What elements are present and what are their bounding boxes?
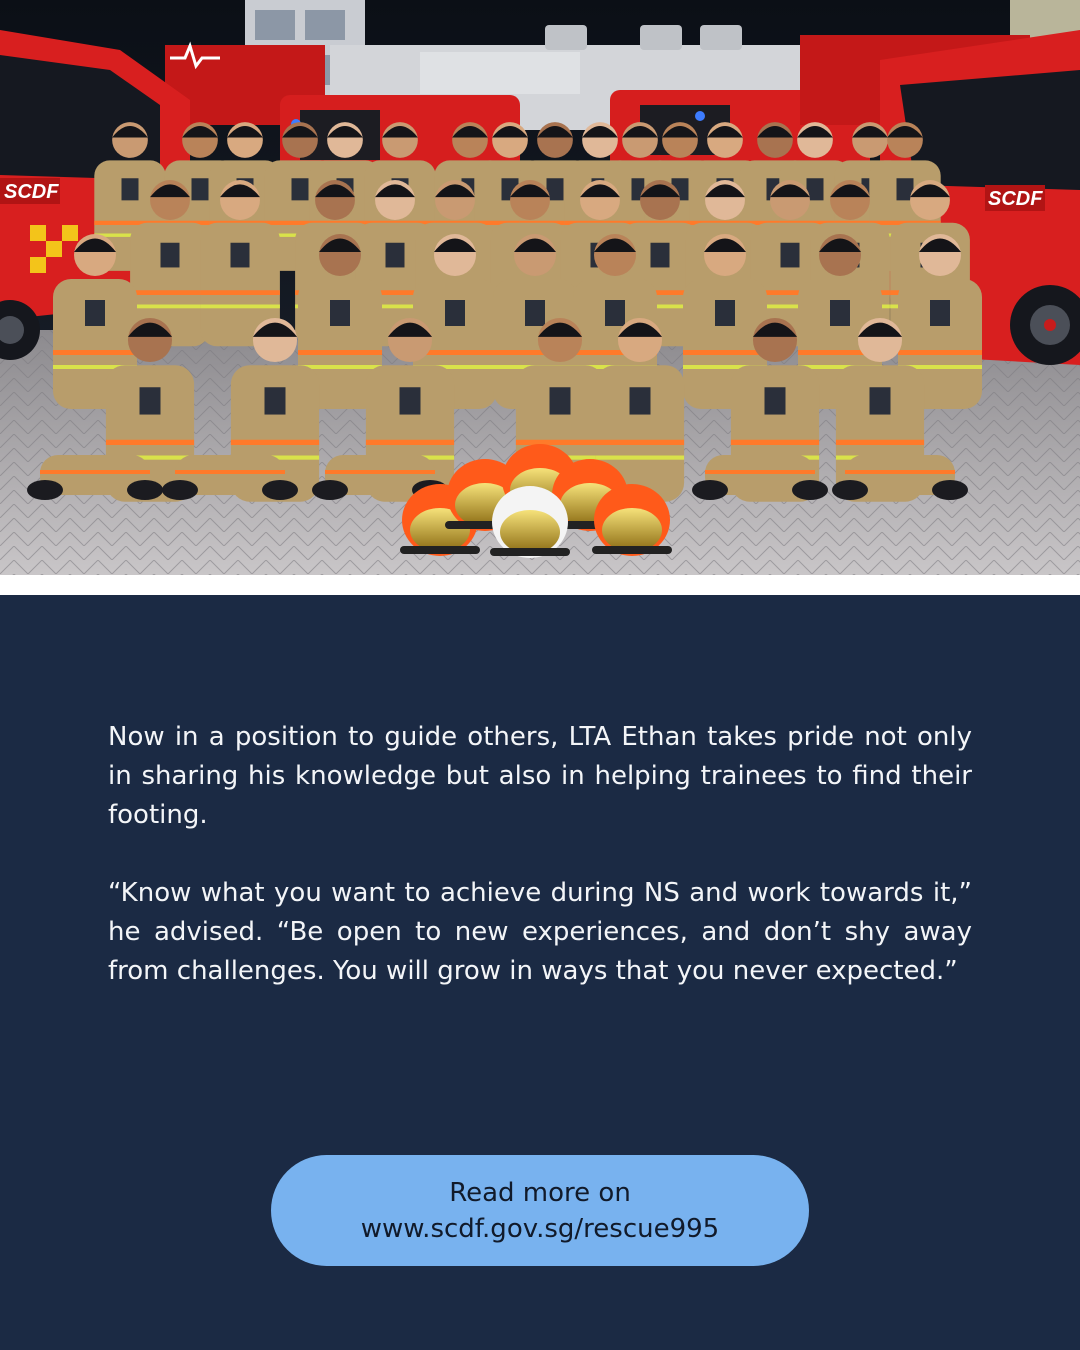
seated-legs (692, 455, 828, 500)
seated-legs (832, 455, 968, 500)
truck-badge-left: SCDF (4, 181, 59, 203)
paragraph-quote: “Know what you want to achieve during NS… (108, 878, 972, 986)
paragraph-intro: Now in a position to guide others, LTA E… (108, 722, 972, 830)
seated-legs (162, 455, 298, 500)
read-more-button[interactable]: Read more on www.scdf.gov.sg/rescue995 (271, 1155, 809, 1266)
firefighters-group-illustration: SCDF SCDF (0, 0, 1080, 575)
read-more-url: www.scdf.gov.sg/rescue995 (360, 1213, 720, 1244)
truck-badge-right: SCDF (988, 188, 1043, 210)
photo-divider (0, 575, 1080, 595)
group-photo: SCDF SCDF (0, 0, 1080, 575)
seated-legs (27, 455, 163, 500)
read-more-label: Read more on (449, 1177, 631, 1208)
article-body: Now in a position to guide others, LTA E… (108, 718, 972, 1030)
